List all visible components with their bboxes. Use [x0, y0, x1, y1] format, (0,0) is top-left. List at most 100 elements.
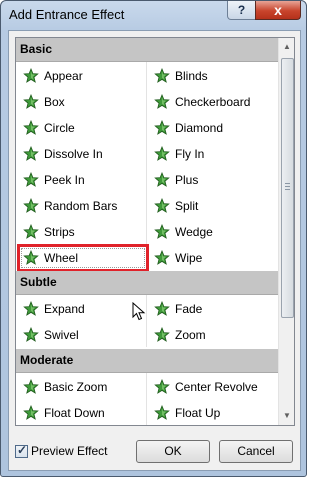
preview-effect-checkbox[interactable]: ✓ Preview Effect	[15, 443, 125, 460]
effect-item[interactable]: Appear	[20, 65, 146, 87]
effect-label: Appear	[44, 69, 83, 83]
help-button[interactable]: ?	[227, 1, 256, 20]
effect-label: Peek In	[44, 173, 85, 187]
category-label: Moderate	[20, 353, 74, 367]
close-button[interactable]: x	[255, 1, 301, 20]
green-star-icon	[23, 197, 39, 214]
green-star-icon	[23, 326, 39, 343]
green-star-icon	[23, 404, 39, 421]
green-star-icon	[23, 93, 39, 110]
green-star-icon	[23, 223, 39, 240]
green-star-icon	[154, 249, 170, 266]
preview-effect-label[interactable]: Preview Effect	[31, 444, 107, 458]
effect-label: Random Bars	[44, 199, 118, 213]
effect-label: Center Revolve	[175, 380, 258, 394]
effect-item[interactable]: Fade	[151, 298, 277, 320]
effect-label: Diamond	[175, 121, 224, 135]
effect-label: Wheel	[44, 251, 79, 265]
effect-item[interactable]: Split	[151, 195, 277, 217]
category-label: Subtle	[20, 275, 57, 289]
green-star-icon	[154, 300, 170, 317]
effect-item[interactable]: Box	[20, 91, 146, 113]
green-star-icon	[23, 119, 39, 136]
scrollbar-thumb[interactable]	[281, 58, 294, 318]
effect-label: Expand	[44, 302, 85, 316]
effect-label: Wedge	[175, 225, 213, 239]
effect-item[interactable]: Float Down	[20, 402, 146, 424]
effect-item[interactable]: Wheel	[17, 244, 149, 272]
effect-label: Blinds	[175, 69, 208, 83]
effect-label: Wipe	[175, 251, 203, 265]
title-bar: Add Entrance Effect ? x	[1, 1, 306, 29]
green-star-icon	[154, 67, 170, 84]
effect-item[interactable]: Diamond	[151, 117, 277, 139]
category-moderate: Moderate	[16, 349, 278, 373]
column-divider	[146, 295, 147, 347]
effect-item[interactable]: Random Bars	[20, 195, 146, 217]
green-star-icon	[154, 145, 170, 162]
effect-item[interactable]: Blinds	[151, 65, 277, 87]
effects-list-content: Basic Appear Box Circle Dissolve In Peek In R…	[16, 38, 278, 425]
dialog-body: Basic Appear Box Circle Dissolve In Peek In R…	[8, 30, 301, 471]
effect-label: Dissolve In	[44, 147, 103, 161]
effect-label: Plus	[175, 173, 199, 187]
effect-label: Checkerboard	[175, 95, 251, 109]
scroll-down-arrow-icon[interactable]: ▼	[279, 408, 294, 424]
effect-item[interactable]: Float Up	[151, 402, 277, 424]
green-star-icon	[23, 171, 39, 188]
effect-item[interactable]: Fly In	[151, 143, 277, 165]
effect-item[interactable]: Strips	[20, 221, 146, 243]
green-star-icon	[154, 378, 170, 395]
effect-item[interactable]: Checkerboard	[151, 91, 277, 113]
effect-label: Strips	[44, 225, 75, 239]
effect-label: Float Down	[44, 406, 105, 420]
effect-label: Fade	[175, 302, 203, 316]
effect-item[interactable]: Wedge	[151, 221, 277, 243]
green-star-icon	[23, 378, 39, 395]
add-entrance-effect-dialog: Add Entrance Effect ? x Basic Appear Box C…	[0, 0, 307, 477]
dialog-title: Add Entrance Effect	[9, 7, 125, 22]
effect-item[interactable]: Expand	[20, 298, 146, 320]
dialog-footer: ✓ Preview Effect OK Cancel	[9, 430, 300, 470]
column-divider	[146, 373, 147, 425]
green-star-icon	[154, 326, 170, 343]
effect-label: Fly In	[175, 147, 205, 161]
green-star-icon	[154, 171, 170, 188]
green-star-icon	[23, 300, 39, 317]
grip-line	[285, 186, 290, 187]
effect-label: Circle	[44, 121, 75, 135]
column-divider	[146, 62, 147, 270]
green-star-icon	[154, 197, 170, 214]
effect-item[interactable]: Swivel	[20, 324, 146, 346]
green-star-icon	[23, 67, 39, 84]
effect-item[interactable]: Zoom	[151, 324, 277, 346]
effect-item[interactable]: Circle	[20, 117, 146, 139]
green-star-icon	[154, 223, 170, 240]
effect-item[interactable]: Dissolve In	[20, 143, 146, 165]
effect-item[interactable]: Center Revolve	[151, 376, 277, 398]
green-star-icon	[23, 145, 39, 162]
green-star-icon	[23, 249, 39, 266]
category-subtle: Subtle	[16, 271, 278, 295]
effect-item[interactable]: Plus	[151, 169, 277, 191]
effect-item[interactable]: Wipe	[151, 247, 277, 269]
effects-list[interactable]: Basic Appear Box Circle Dissolve In Peek In R…	[15, 37, 295, 426]
effect-label: Zoom	[175, 328, 206, 342]
grip-line	[285, 183, 290, 184]
category-label: Basic	[20, 42, 53, 56]
cancel-button[interactable]: Cancel	[219, 440, 293, 463]
effect-label: Split	[175, 199, 199, 213]
ok-button[interactable]: OK	[136, 440, 210, 463]
checkbox-box[interactable]: ✓	[15, 443, 28, 458]
effect-label: Float Up	[175, 406, 221, 420]
green-star-icon	[154, 404, 170, 421]
effect-item[interactable]: Peek In	[20, 169, 146, 191]
checkmark-icon: ✓	[17, 443, 28, 457]
vertical-scrollbar[interactable]: ▲ ▼	[278, 38, 294, 425]
category-basic: Basic	[16, 38, 278, 62]
effect-label: Swivel	[44, 328, 79, 342]
grip-line	[285, 189, 290, 190]
arrow-cursor-icon	[132, 302, 146, 321]
scroll-up-arrow-icon[interactable]: ▲	[279, 39, 294, 55]
effect-item[interactable]: Basic Zoom	[20, 376, 146, 398]
